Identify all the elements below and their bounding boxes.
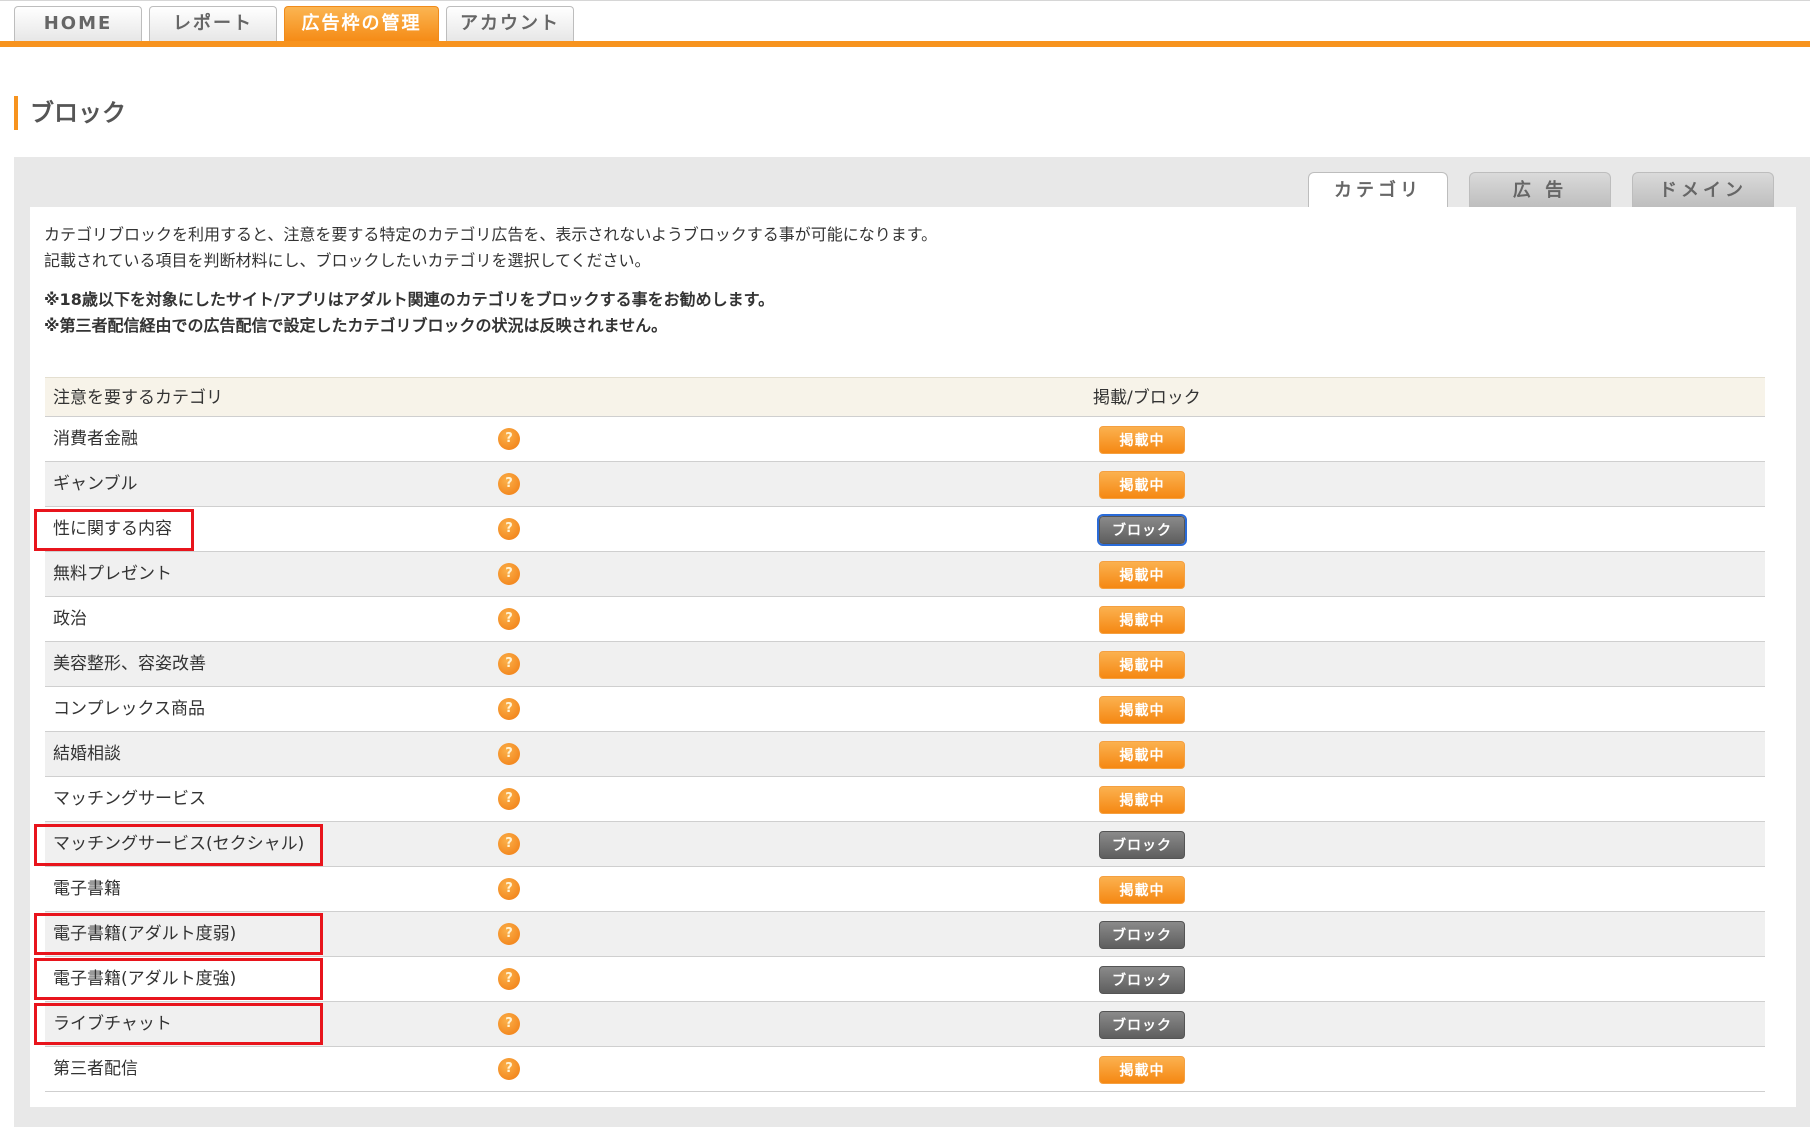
description-line-2: 記載されている項目を判断材料にし、ブロックしたいカテゴリを選択してください。 (44, 251, 651, 270)
help-icon[interactable]: ? (498, 878, 520, 900)
header-status: 掲載/ブロック (1093, 388, 1201, 408)
help-icon[interactable]: ? (498, 428, 520, 450)
help-icon[interactable]: ? (498, 833, 520, 855)
publish-toggle-button[interactable]: 掲載中 (1099, 876, 1185, 904)
note-2: ※第三者配信経由での広告配信で設定したカテゴリブロックの状況は反映されません。 (44, 316, 668, 335)
help-icon[interactable]: ? (498, 923, 520, 945)
tab-ad[interactable]: 広 告 (1469, 172, 1611, 208)
category-name: 政治 (53, 609, 87, 629)
publish-toggle-button[interactable]: 掲載中 (1099, 786, 1185, 814)
category-name: 電子書籍 (53, 879, 121, 899)
help-icon[interactable]: ? (498, 653, 520, 675)
publish-toggle-button[interactable]: 掲載中 (1099, 471, 1185, 499)
help-icon[interactable]: ? (498, 1058, 520, 1080)
category-name: コンプレックス商品 (53, 699, 205, 719)
table-row: 第三者配信? 掲載中 (45, 1047, 1765, 1092)
top-navigation: HOME レポート 広告枠の管理 アカウント (0, 0, 1810, 47)
publish-toggle-button[interactable]: 掲載中 (1099, 561, 1185, 589)
publish-toggle-button[interactable]: 掲載中 (1099, 741, 1185, 769)
help-icon[interactable]: ? (498, 743, 520, 765)
page-title: ブロック (14, 96, 126, 130)
nav-tab-home[interactable]: HOME (14, 6, 142, 42)
category-name: 消費者金融 (53, 429, 138, 449)
table-row: 無料プレゼント? 掲載中 (45, 552, 1765, 597)
category-name: ギャンブル (53, 474, 138, 494)
table-row: 結婚相談? 掲載中 (45, 732, 1765, 777)
highlight-box (34, 958, 323, 1000)
help-icon[interactable]: ? (498, 518, 520, 540)
table-row: 消費者金融? 掲載中 (45, 417, 1765, 462)
category-name: マッチングサービス (53, 789, 206, 809)
highlight-box (34, 509, 194, 551)
description: カテゴリブロックを利用すると、注意を要する特定のカテゴリ広告を、表示されないよう… (44, 222, 937, 274)
help-icon[interactable]: ? (498, 968, 520, 990)
publish-toggle-button[interactable]: 掲載中 (1099, 426, 1185, 454)
highlight-box (34, 824, 323, 866)
category-name: 第三者配信 (53, 1059, 138, 1079)
nav-tab-ad-slot-management[interactable]: 広告枠の管理 (284, 6, 439, 42)
description-line-1: カテゴリブロックを利用すると、注意を要する特定のカテゴリ広告を、表示されないよう… (44, 225, 938, 244)
notes: ※18歳以下を対象にしたサイト/アプリはアダルト関連のカテゴリをブロックする事を… (44, 287, 774, 339)
block-toggle-button[interactable]: ブロック (1099, 831, 1185, 859)
highlight-box (34, 1003, 323, 1045)
nav-accent-bar (0, 41, 1810, 47)
category-name: 結婚相談 (53, 744, 121, 764)
nav-tab-account[interactable]: アカウント (446, 6, 574, 42)
block-toggle-button[interactable]: ブロック (1099, 921, 1185, 949)
publish-toggle-button[interactable]: 掲載中 (1099, 606, 1185, 634)
tab-domain[interactable]: ドメイン (1632, 172, 1774, 208)
block-toggle-button[interactable]: ブロック (1097, 514, 1187, 546)
highlight-box (34, 913, 323, 955)
table-row: 美容整形、容姿改善? 掲載中 (45, 642, 1765, 687)
help-icon[interactable]: ? (498, 698, 520, 720)
table-row: マッチングサービス? 掲載中 (45, 777, 1765, 822)
publish-toggle-button[interactable]: 掲載中 (1099, 1056, 1185, 1084)
help-icon[interactable]: ? (498, 788, 520, 810)
help-icon[interactable]: ? (498, 608, 520, 630)
publish-toggle-button[interactable]: 掲載中 (1099, 696, 1185, 724)
note-1: ※18歳以下を対象にしたサイト/アプリはアダルト関連のカテゴリをブロックする事を… (44, 290, 775, 309)
table-row: 政治? 掲載中 (45, 597, 1765, 642)
help-icon[interactable]: ? (498, 1013, 520, 1035)
table-row: 性に関する内容? ブロック (45, 507, 1765, 552)
nav-tab-report[interactable]: レポート (149, 6, 277, 42)
tab-category[interactable]: カテゴリ (1308, 172, 1448, 210)
category-name: 無料プレゼント (53, 564, 172, 584)
help-icon[interactable]: ? (498, 563, 520, 585)
category-name: 美容整形、容姿改善 (53, 654, 206, 674)
table-row: コンプレックス商品? 掲載中 (45, 687, 1765, 732)
publish-toggle-button[interactable]: 掲載中 (1099, 651, 1185, 679)
table-header: 注意を要するカテゴリ 掲載/ブロック (45, 377, 1765, 417)
header-category: 注意を要するカテゴリ (53, 388, 223, 408)
block-toggle-button[interactable]: ブロック (1099, 1011, 1185, 1039)
block-toggle-button[interactable]: ブロック (1099, 966, 1185, 994)
help-icon[interactable]: ? (498, 473, 520, 495)
table-row: 電子書籍? 掲載中 (45, 867, 1765, 912)
table-row: ギャンブル? 掲載中 (45, 462, 1765, 507)
